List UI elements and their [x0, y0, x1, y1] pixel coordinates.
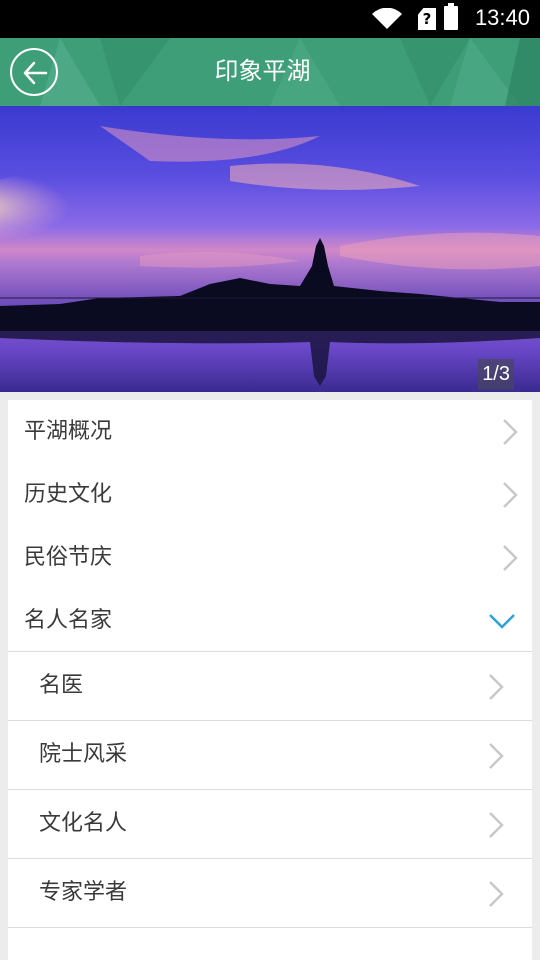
- menu-item-overview[interactable]: 平湖概况: [8, 400, 532, 463]
- chevron-right-icon: [489, 881, 504, 907]
- menu-item-label: 历史文化: [24, 482, 113, 507]
- menu-item-folk-festivals[interactable]: 民俗节庆: [8, 526, 532, 589]
- submenu-item-label: 院士风采: [39, 742, 128, 767]
- submenu-item-label: 名医: [39, 673, 84, 698]
- chevron-right-icon: [503, 419, 518, 445]
- banner-carousel[interactable]: 1/3: [0, 106, 540, 392]
- clock: 13:40: [474, 5, 530, 30]
- status-bar: ? 13:40: [0, 0, 540, 38]
- menu-item-label: 平湖概况: [24, 419, 113, 444]
- submenu-item-label: 文化名人: [39, 811, 128, 836]
- chevron-right-icon: [503, 482, 518, 508]
- chevron-right-icon: [489, 743, 504, 769]
- menu-item-history[interactable]: 历史文化: [8, 463, 532, 526]
- menu-item-celebrities[interactable]: 名人名家: [8, 589, 532, 652]
- submenu-item-cultural-figures[interactable]: 文化名人: [8, 790, 532, 859]
- menu-item-label: 名人名家: [24, 608, 113, 633]
- banner-counter: 1/3: [478, 359, 514, 390]
- wifi-icon: [372, 8, 402, 29]
- chevron-right-icon: [489, 812, 504, 838]
- top-bar: 印象平湖: [0, 38, 540, 106]
- submenu-item-partial[interactable]: [8, 928, 532, 960]
- submenu-item-label: 专家学者: [39, 880, 128, 905]
- submenu-item-experts[interactable]: 专家学者: [8, 859, 532, 928]
- sim-unknown-icon: ?: [418, 8, 436, 30]
- chevron-down-icon: [489, 614, 515, 629]
- chevron-right-icon: [489, 674, 504, 700]
- menu-list: 平湖概况 历史文化 民俗节庆 名人名家 名医 院士风采 文化名人 专家学者: [8, 400, 532, 960]
- menu-item-label: 民俗节庆: [24, 545, 113, 570]
- battery-icon: [444, 3, 458, 30]
- chevron-right-icon: [503, 545, 518, 571]
- page-title: 印象平湖: [214, 57, 311, 85]
- submenu-item-doctors[interactable]: 名医: [8, 652, 532, 721]
- banner-image: [0, 106, 540, 392]
- submenu-item-academicians[interactable]: 院士风采: [8, 721, 532, 790]
